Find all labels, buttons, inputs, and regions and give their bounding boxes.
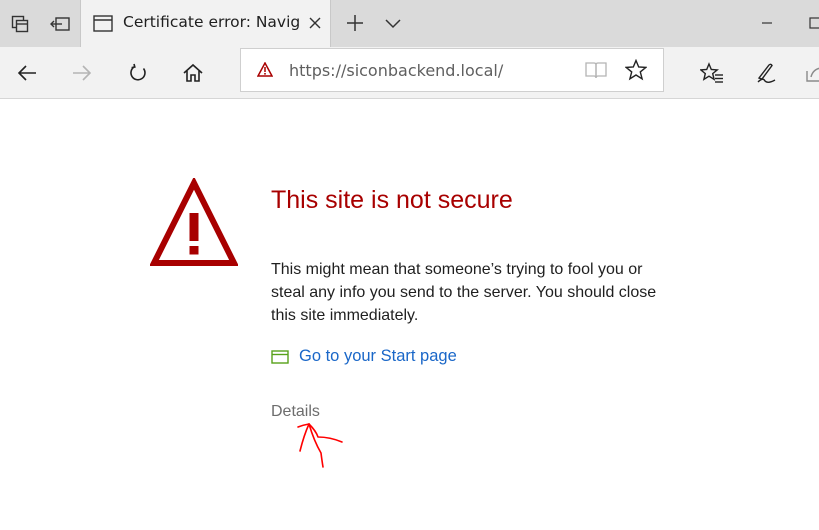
refresh-icon: [130, 63, 146, 81]
maximize-button[interactable]: [800, 8, 819, 38]
start-page-icon: [271, 349, 289, 364]
active-tab[interactable]: Certificate error: Naviga: [80, 0, 331, 47]
tab-title: Certificate error: Naviga: [123, 13, 301, 31]
minimize-button[interactable]: [752, 8, 782, 38]
pen-button[interactable]: [749, 56, 783, 90]
page-title: This site is not secure: [271, 186, 513, 214]
back-button[interactable]: [10, 56, 44, 90]
star-icon[interactable]: [624, 58, 648, 85]
tab-list-button[interactable]: [378, 8, 408, 38]
annotation-arrow: [297, 423, 343, 468]
forward-arrow-icon: [73, 65, 92, 81]
close-tab-button[interactable]: [303, 11, 327, 35]
back-arrow-icon: [17, 65, 36, 81]
tab-preview-icon: [11, 15, 29, 32]
warning-description: This might mean that someone’s trying to…: [271, 261, 657, 324]
address-bar[interactable]: https://siconbackend.local/: [240, 48, 664, 92]
warning-icon[interactable]: [256, 61, 274, 81]
pen-icon: [757, 63, 776, 83]
maximize-icon: [809, 17, 819, 29]
set-aside-tabs-button[interactable]: [40, 0, 80, 47]
start-page-link[interactable]: Go to your Start page: [271, 347, 457, 366]
favorites-icon: [700, 62, 723, 83]
reading-view-icon[interactable]: [585, 60, 607, 84]
new-tab-button[interactable]: [340, 8, 370, 38]
plus-icon: [347, 15, 363, 31]
refresh-button[interactable]: [121, 56, 155, 90]
minimize-icon: [762, 22, 772, 24]
navigation-toolbar: https://siconbackend.local/: [0, 47, 819, 99]
home-button[interactable]: [176, 56, 210, 90]
address-url[interactable]: https://siconbackend.local/: [289, 61, 503, 80]
share-button[interactable]: [798, 56, 819, 90]
forward-button[interactable]: [65, 56, 99, 90]
tab-strip: Certificate error: Naviga: [0, 0, 819, 47]
start-page-link-text[interactable]: Go to your Start page: [299, 347, 457, 366]
page-icon: [93, 15, 113, 36]
home-icon: [183, 63, 203, 82]
chevron-down-icon: [385, 19, 401, 29]
warning-triangle-icon: [149, 176, 239, 272]
close-icon: [309, 17, 321, 29]
share-icon: [806, 67, 819, 82]
set-aside-tabs-icon: [50, 16, 70, 31]
favorites-button[interactable]: [695, 56, 729, 90]
tab-preview-button[interactable]: [0, 0, 40, 47]
